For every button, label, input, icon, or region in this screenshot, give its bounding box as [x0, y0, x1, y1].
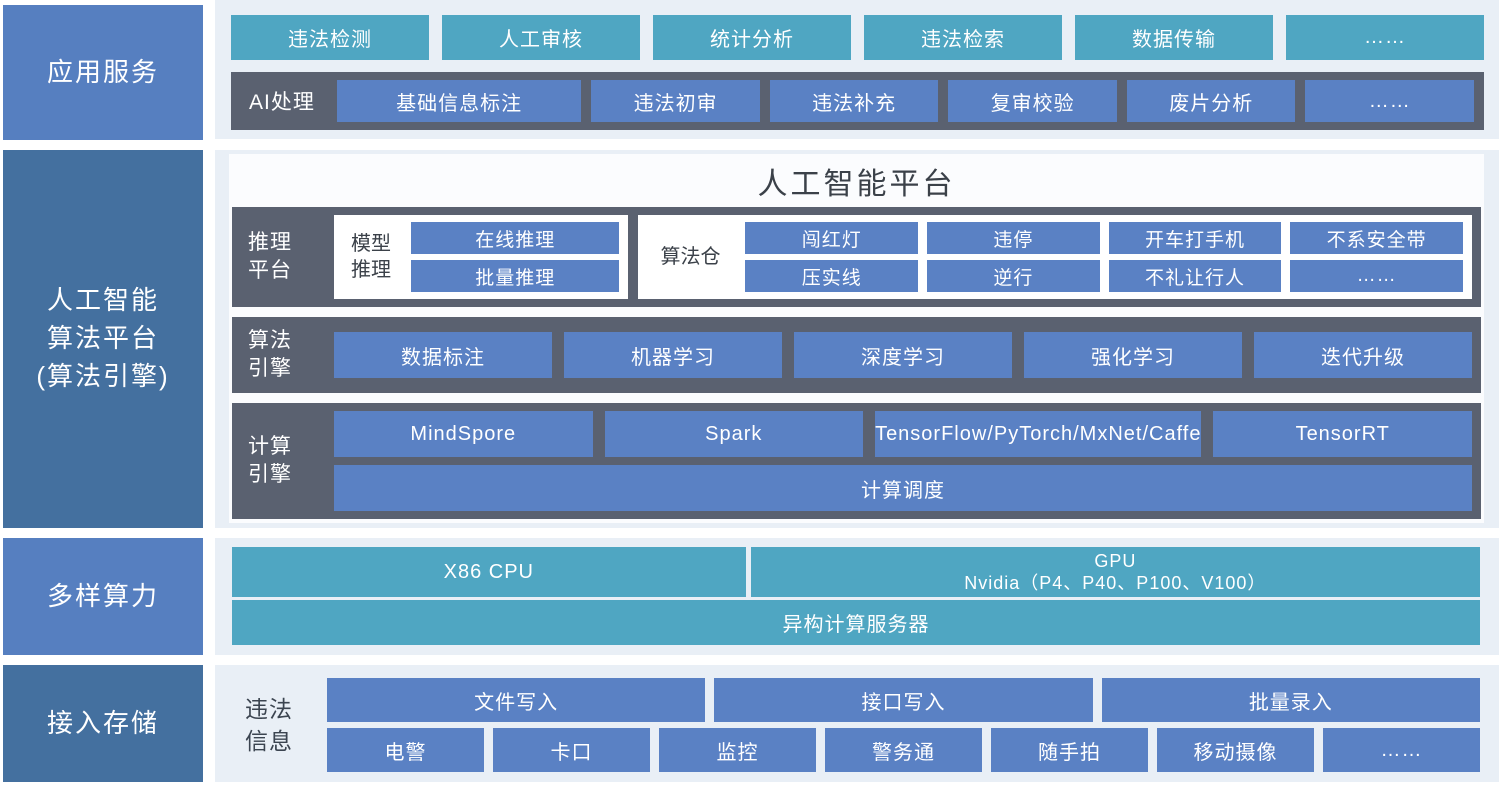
- model-inference-item: 在线推理: [411, 222, 619, 254]
- storage-section: 违法 信息 文件写入 接口写入 批量录入 电警 卡口 监控 警务通 随手拍 移动…: [215, 665, 1499, 782]
- algorithm-engine-panel: 算法 引擎 数据标注 机器学习 深度学习 强化学习 迭代升级: [232, 317, 1481, 393]
- compute-engine-item: MindSpore: [334, 411, 593, 457]
- data-source-item-more: ……: [1323, 728, 1480, 772]
- app-services-section: 违法检测 人工审核 统计分析 违法检索 数据传输 …… AI处理 基础信息标注 …: [215, 0, 1499, 139]
- ai-processing-item: 基础信息标注: [337, 80, 581, 122]
- category-app-services: 应用服务: [3, 5, 203, 140]
- algorithm-engine-items: 数据标注 机器学习 深度学习 强化学习 迭代升级: [334, 332, 1472, 378]
- model-inference-items: 在线推理 批量推理: [411, 222, 619, 292]
- algorithm-engine-item: 数据标注: [334, 332, 552, 378]
- category-ai-algorithm-platform: 人工智能 算法平台 (算法引擎): [3, 150, 203, 528]
- ai-platform-title: 人工智能平台: [232, 154, 1481, 207]
- model-inference-box: 模型 推理 在线推理 批量推理: [334, 215, 628, 299]
- algorithm-engine-item: 深度学习: [794, 332, 1012, 378]
- algorithm-item: 开车打手机: [1109, 222, 1282, 254]
- compute-engine-items: MindSpore Spark TensorFlow/PyTorch/MxNet…: [334, 411, 1472, 457]
- computing-power-section: X86 CPU GPU Nvidia（P4、P40、P100、V100） 异构计…: [215, 538, 1499, 655]
- write-method-item: 文件写入: [327, 678, 705, 722]
- ai-platform-section: 人工智能平台 推理 平台 模型 推理 在线推理 批量推理 算法仓: [215, 150, 1499, 528]
- compute-engine-label: 计算 引擎: [232, 433, 334, 490]
- storage-content: 文件写入 接口写入 批量录入 电警 卡口 监控 警务通 随手拍 移动摄像 ……: [327, 678, 1480, 772]
- write-method-row: 文件写入 接口写入 批量录入: [327, 678, 1480, 722]
- algorithm-store-items: 闯红灯 违停 开车打手机 不系安全带 压实线 逆行 不礼让行人 ……: [745, 222, 1463, 292]
- data-source-item: 移动摄像: [1157, 728, 1314, 772]
- ai-processing-item: 废片分析: [1127, 80, 1296, 122]
- heterogeneous-server-bar: 异构计算服务器: [232, 600, 1480, 645]
- write-method-item: 批量录入: [1102, 678, 1480, 722]
- cpu-bar: X86 CPU: [232, 547, 746, 597]
- ai-processing-bar: AI处理 基础信息标注 违法初审 违法补充 复审校验 废片分析 ……: [231, 72, 1484, 130]
- algorithm-item: 闯红灯: [745, 222, 918, 254]
- compute-engine-item: TensorFlow/PyTorch/MxNet/Caffe: [875, 411, 1201, 457]
- ai-processing-items: 基础信息标注 违法初审 违法补充 复审校验 废片分析 ……: [337, 80, 1474, 122]
- category-diverse-computing: 多样算力: [3, 538, 203, 655]
- data-source-item: 随手拍: [991, 728, 1148, 772]
- violation-info-label: 违法 信息: [215, 678, 327, 772]
- data-source-item: 卡口: [493, 728, 650, 772]
- algorithm-item: 违停: [927, 222, 1100, 254]
- algorithm-item-more: ……: [1290, 260, 1463, 292]
- algorithm-item: 不礼让行人: [1109, 260, 1282, 292]
- compute-engine-item: Spark: [605, 411, 864, 457]
- content-column: 违法检测 人工审核 统计分析 违法检索 数据传输 …… AI处理 基础信息标注 …: [215, 0, 1499, 785]
- ai-processing-item-more: ……: [1305, 80, 1474, 122]
- compute-engine-item: TensorRT: [1213, 411, 1472, 457]
- ai-platform-panel: 人工智能平台 推理 平台 模型 推理 在线推理 批量推理 算法仓: [229, 154, 1484, 523]
- gpu-bar: GPU Nvidia（P4、P40、P100、V100）: [751, 547, 1480, 597]
- app-service-item-more: ……: [1286, 15, 1484, 60]
- data-source-item: 电警: [327, 728, 484, 772]
- ai-processing-item: 违法初审: [591, 80, 760, 122]
- architecture-diagram: 应用服务 人工智能 算法平台 (算法引擎) 多样算力 接入存储 违法检测 人工审…: [0, 0, 1499, 785]
- app-service-item: 违法检测: [231, 15, 429, 60]
- app-service-item: 违法检索: [864, 15, 1062, 60]
- category-access-storage: 接入存储: [3, 665, 203, 782]
- data-source-item: 警务通: [825, 728, 982, 772]
- model-inference-label: 模型 推理: [343, 231, 399, 283]
- compute-scheduler-bar: 计算调度: [334, 465, 1472, 511]
- ai-processing-item: 复审校验: [948, 80, 1117, 122]
- app-service-item: 数据传输: [1075, 15, 1273, 60]
- algorithm-engine-item: 迭代升级: [1254, 332, 1472, 378]
- algorithm-store-label: 算法仓: [647, 244, 733, 270]
- algorithm-engine-label: 算法 引擎: [232, 327, 334, 384]
- ai-processing-label: AI处理: [241, 86, 337, 116]
- write-method-item: 接口写入: [714, 678, 1092, 722]
- data-source-row: 电警 卡口 监控 警务通 随手拍 移动摄像 ……: [327, 728, 1480, 772]
- algorithm-engine-item: 强化学习: [1024, 332, 1242, 378]
- algorithm-item: 压实线: [745, 260, 918, 292]
- app-service-row: 违法检测 人工审核 统计分析 违法检索 数据传输 ……: [231, 15, 1484, 60]
- algorithm-store-box: 算法仓 闯红灯 违停 开车打手机 不系安全带 压实线 逆行 不礼让行人 ……: [638, 215, 1472, 299]
- inference-platform-panel: 推理 平台 模型 推理 在线推理 批量推理 算法仓 闯红灯: [232, 207, 1481, 307]
- algorithm-item: 不系安全带: [1290, 222, 1463, 254]
- category-column: 应用服务 人工智能 算法平台 (算法引擎) 多样算力 接入存储: [0, 0, 203, 785]
- model-inference-item: 批量推理: [411, 260, 619, 292]
- compute-engine-content: MindSpore Spark TensorFlow/PyTorch/MxNet…: [334, 411, 1472, 511]
- data-source-item: 监控: [659, 728, 816, 772]
- ai-processing-item: 违法补充: [770, 80, 939, 122]
- inference-platform-label: 推理 平台: [232, 229, 334, 286]
- processor-row: X86 CPU GPU Nvidia（P4、P40、P100、V100）: [232, 547, 1480, 597]
- app-service-item: 统计分析: [653, 15, 851, 60]
- inference-platform-content: 模型 推理 在线推理 批量推理 算法仓 闯红灯 违停 开车打手机: [334, 215, 1472, 299]
- app-service-item: 人工审核: [442, 15, 640, 60]
- compute-engine-panel: 计算 引擎 MindSpore Spark TensorFlow/PyTorch…: [232, 403, 1481, 519]
- algorithm-engine-item: 机器学习: [564, 332, 782, 378]
- algorithm-item: 逆行: [927, 260, 1100, 292]
